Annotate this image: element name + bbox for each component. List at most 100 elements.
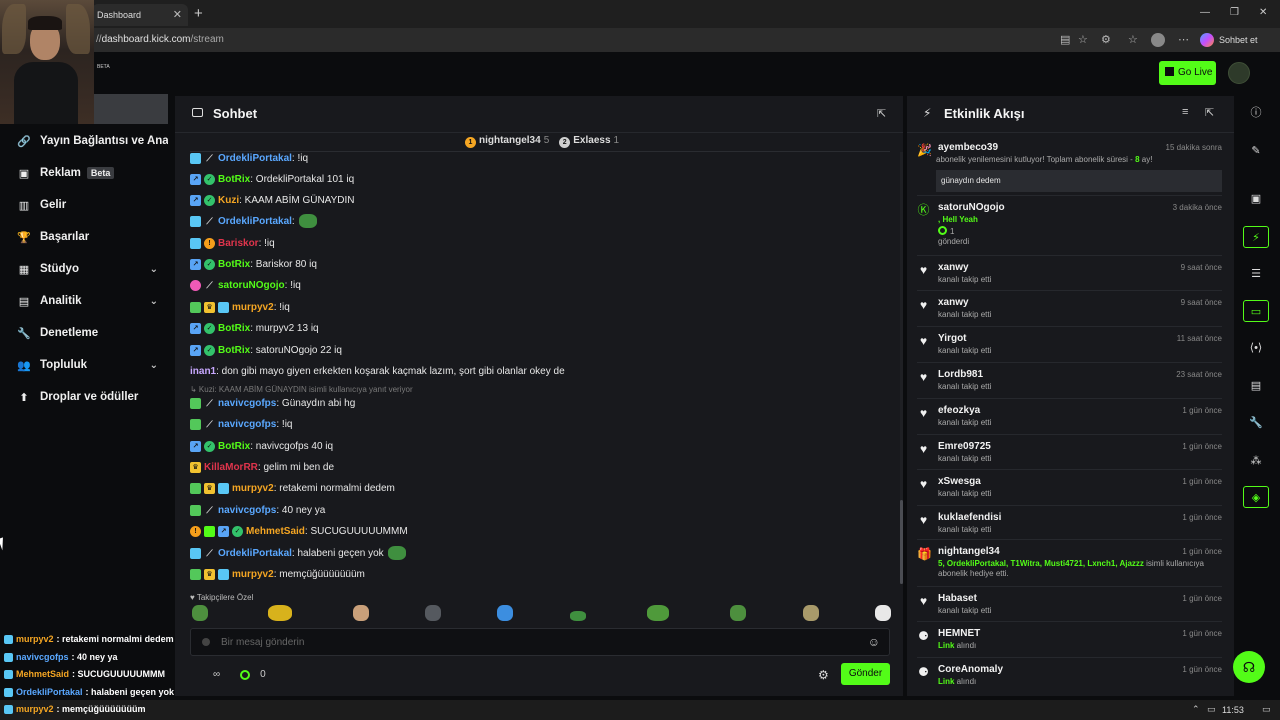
emote-button[interactable] [192,605,208,621]
favorite-star-icon[interactable]: ☆ [1078,33,1088,46]
chat-username[interactable]: MehmetSaid [246,526,305,537]
go-live-button[interactable]: Go Live [1159,61,1216,85]
activity-username[interactable]: HEMNET [938,628,980,639]
sidebar-item-stream-key[interactable]: 🔗 Yayın Bağlantısı ve Anahtarı [17,131,168,151]
chat-message[interactable]: ⟋ OrdekliPortakal: [190,213,317,229]
emote-button[interactable] [803,605,819,621]
sidebar-item-moderation[interactable]: 🔧 Denetleme [17,323,168,343]
info-icon[interactable]: ⓘ [1243,102,1269,124]
window-close-icon[interactable]: ✕ [1259,7,1267,18]
more-menu-icon[interactable]: ⋯ [1178,33,1189,46]
sidebar-item-achievements[interactable]: 🏆 Başarılar [17,227,168,247]
taskbar-clock[interactable]: 11:53 [1222,705,1244,715]
chat-username[interactable]: navivcgofps [218,419,276,430]
chat-username[interactable]: murpyv2 [232,302,274,313]
network-icon[interactable]: ▭ [1207,704,1216,715]
tray-chevron-icon[interactable]: ⌃ [1192,704,1200,715]
favorites-icon[interactable]: ☆ [1128,33,1138,46]
activity-feed-toggle-icon[interactable]: ⚡ [1243,226,1269,248]
activity-username[interactable]: CoreAnomaly [938,664,1003,675]
emote-button[interactable] [497,605,513,621]
chat-message[interactable]: ♛ murpyv2: memçüğüüüüüüüm [190,566,365,582]
chat-message[interactable]: ↗ ✓ BotRix: Bariskor 80 iq [190,256,317,272]
activity-username[interactable]: kuklaefendisi [938,512,1001,523]
emote-button[interactable] [875,605,891,621]
chat-message[interactable]: ↗ ✓ BotRix: navivcgofps 40 iq [190,438,333,454]
chat-message[interactable]: ! ↗ ✓ MehmetSaid: SUCUGUUUUUMMM [190,523,408,539]
emote-button[interactable] [425,605,441,621]
chat-username[interactable]: satoruNOgojo [218,280,285,291]
chat-username[interactable]: BotRix [218,259,250,270]
wrench-icon[interactable]: 🔧 [1243,412,1269,434]
chat-username[interactable]: BotRix [218,441,250,452]
tab-close-icon[interactable]: ✕ [173,8,182,21]
chat-message[interactable]: ♛ murpyv2: retakemi normalmi dedem [190,480,395,496]
chat-username[interactable]: murpyv2 [232,569,274,580]
chat-message[interactable]: ⟋ OrdekliPortakal: !iq [190,150,308,166]
chat-message[interactable]: ⟋ navivcgofps: Günaydın abi hg [190,395,355,411]
chat-message[interactable]: ↗ ✓ BotRix: OrdekliPortakal 101 iq [190,171,354,187]
chat-toggle-icon[interactable]: ▭ [1243,300,1269,322]
emote-button[interactable] [268,605,292,621]
top-gifter[interactable]: 2 Exlaess 1 [559,135,619,148]
activity-username[interactable]: Emre09725 [938,441,991,452]
popout-icon[interactable]: ⇱ [877,107,886,120]
profile-avatar[interactable] [1151,33,1165,47]
support-chat-button[interactable]: ☊ [1233,651,1265,683]
chat-message[interactable]: ↗ ✓ BotRix: murpyv2 13 iq [190,320,319,336]
activity-username[interactable]: Habaset [938,593,977,604]
notification-icon[interactable]: ▭ [1262,704,1271,715]
sidebar-item-community[interactable]: 👥 Topluluk ⌄ [17,355,168,375]
url-field[interactable]: //dashboard.kick.com/stream [96,34,224,45]
sidebar-item-drops[interactable]: ⬆ Droplar ve ödüller [18,387,168,407]
chat-scrollbar-thumb[interactable] [900,500,903,584]
new-tab-button[interactable]: + [194,5,203,22]
filter-icon[interactable]: ≡ [1182,106,1188,118]
drops-toggle-icon[interactable]: ◈ [1243,486,1269,508]
reward-link[interactable]: Link [938,677,954,686]
send-button[interactable]: Gönder [841,663,890,685]
chat-message[interactable]: inan1: don gibi mayo giyen erkekten koşa… [190,363,565,379]
reward-link[interactable]: Link [938,641,954,650]
layout-icon[interactable]: ▤ [1243,375,1269,397]
activity-username[interactable]: Lordb981 [938,369,983,380]
sidebar-item-studio[interactable]: ▦ Stüdyo ⌄ [18,259,168,279]
chat-username[interactable]: Bariskor [218,238,259,249]
copilot-icon[interactable] [1200,33,1214,47]
chat-settings-icon[interactable]: ⚙ [818,668,829,682]
activity-username[interactable]: xanwy [938,297,969,308]
chat-message[interactable]: ↗ ✓ BotRix: satoruNOgojo 22 iq [190,342,342,358]
chat-username[interactable]: OrdekliPortakal [218,548,292,559]
maximize-icon[interactable]: ❐ [1230,7,1239,18]
emoji-icon[interactable]: ☺ [868,635,880,649]
chat-username[interactable]: BotRix [218,345,250,356]
emote-button[interactable] [353,605,369,621]
chat-username[interactable]: inan1 [190,366,216,377]
chat-message[interactable]: ⟋ satoruNOgojo: !iq [190,277,301,293]
chat-message[interactable]: ! Bariskor: !iq [190,235,275,251]
chat-username[interactable]: murpyv2 [232,483,274,494]
activity-username[interactable]: Yirgot [938,333,967,344]
activity-username[interactable]: ayembeco39 [938,142,998,153]
chat-message[interactable]: ♛ murpyv2: !iq [190,299,290,315]
chat-username[interactable]: Kuzi [218,195,239,206]
modules-icon[interactable]: ⁂ [1243,450,1269,472]
sidebar-item-ads[interactable]: ▣ Reklam Beta [18,163,168,183]
browser-tab[interactable]: Dashboard ✕ [92,4,188,26]
user-avatar[interactable] [1228,62,1250,84]
activity-username[interactable]: nightangel34 [938,546,1000,557]
sidebar-item-revenue[interactable]: ▥ Gelir [18,195,168,215]
chat-message-input[interactable] [221,635,841,649]
chat-message[interactable]: ⟋ navivcgofps: 40 ney ya [190,502,325,518]
reading-mode-icon[interactable]: ▤ [1060,33,1070,46]
popout-icon[interactable]: ⇱ [1205,106,1214,119]
sidebar-item-analytics[interactable]: ▤ Analitik ⌄ [18,291,168,311]
chat-username[interactable]: BotRix [218,174,250,185]
activity-username[interactable]: xanwy [938,262,969,273]
activity-username[interactable]: xSwesga [938,476,981,487]
activity-username[interactable]: efeozkya [938,405,980,416]
copilot-chat-button[interactable]: Sohbet et [1219,35,1258,45]
emote-button[interactable] [570,611,586,621]
minimize-icon[interactable]: — [1200,7,1210,18]
chat-username[interactable]: BotRix [218,323,250,334]
